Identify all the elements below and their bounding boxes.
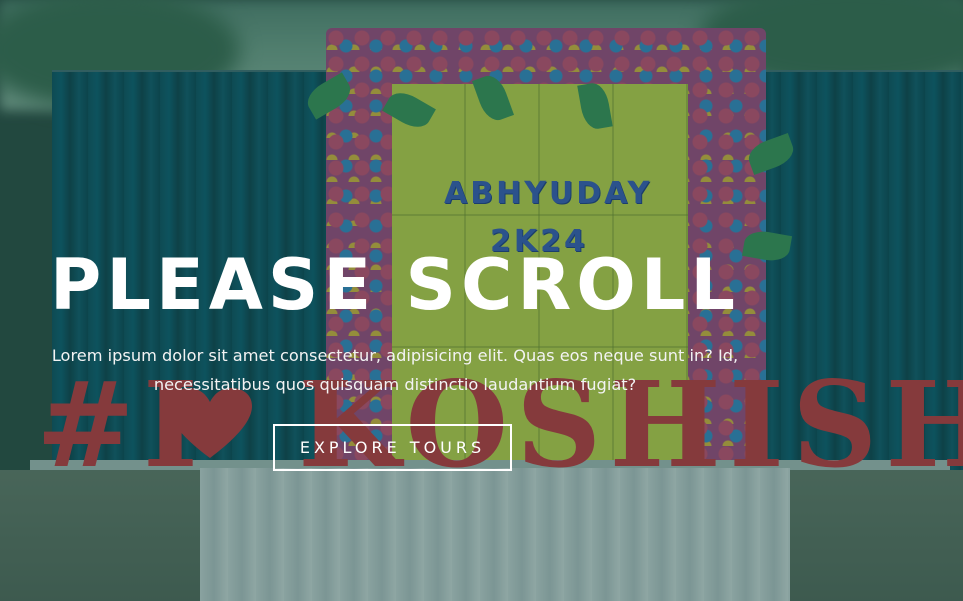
hero-section: ABHYUDAY 2K24 #I KOSHISH PLEASE SCROLL L… bbox=[0, 0, 963, 601]
hero-subtext: Lorem ipsum dolor sit amet consectetur, … bbox=[51, 346, 739, 394]
hero-headline: PLEASE SCROLL bbox=[50, 244, 740, 326]
explore-tours-button[interactable]: EXPLORE TOURS bbox=[273, 424, 512, 471]
